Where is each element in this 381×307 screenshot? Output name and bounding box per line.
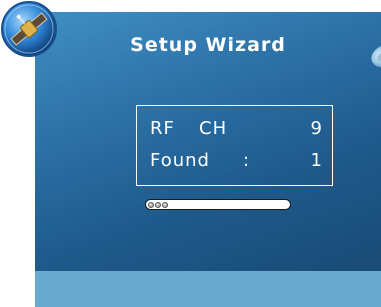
satellite-dish-icon [371,44,381,68]
found-label: Found [150,150,210,171]
progress-dot [155,201,161,208]
rf-channel-row: RF CH 9 [150,118,322,142]
found-value: 1 [310,150,322,171]
rf-label: RF [150,118,175,139]
rf-channel-value: 9 [310,118,322,139]
satellite-icon [1,1,57,57]
scan-info-box: RF CH 9 Found : 1 [136,105,333,186]
progress-dot [162,201,168,208]
setup-wizard-screen: Setup Wizard RF CH 9 Found : 1 [35,12,381,307]
ch-label: CH [199,118,228,139]
progress-dot [148,201,154,208]
found-row: Found : 1 [150,150,322,174]
page-title: Setup Wizard [130,34,286,56]
scan-progress-bar [145,199,291,210]
bottom-band [35,271,381,307]
progress-fill [148,201,168,208]
found-colon: : [243,150,250,171]
